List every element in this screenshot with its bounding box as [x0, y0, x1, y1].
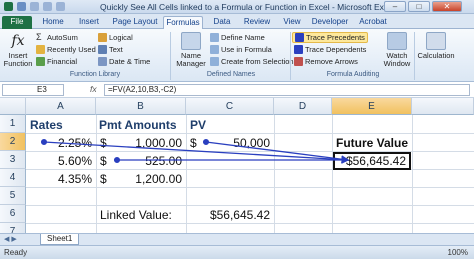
use-in-formula-button[interactable]: Use in Formula [210, 45, 272, 54]
sheet-tab-sheet1[interactable]: Sheet1 [40, 234, 80, 245]
formula-input[interactable]: =FV(A2,10,B3,-C2) [104, 84, 470, 96]
formula-auditing-group-label: Formula Auditing [326, 71, 380, 78]
question-icon [98, 33, 107, 42]
text-icon [98, 45, 107, 54]
trace-arrows-overlay [40, 138, 350, 164]
status-bar: Ready 100% [0, 245, 474, 259]
create-from-selection-icon [210, 57, 219, 66]
tab-review[interactable]: Review [240, 16, 274, 29]
tab-view[interactable]: View [278, 16, 306, 29]
use-in-formula-icon [210, 45, 219, 54]
logical-button[interactable]: Logical [98, 33, 133, 42]
calculator-icon [426, 32, 446, 50]
ribbon-tab-bar: File Home Insert Page Layout Formulas Da… [0, 14, 474, 29]
name-tag-icon [181, 32, 201, 50]
tab-acrobat[interactable]: Acrobat [354, 16, 392, 29]
create-from-selection-button[interactable]: Create from Selection [210, 57, 294, 66]
ribbon: fx Insert Function Σ AutoSum Recently Use… [0, 29, 474, 82]
excel-logo-icon [4, 2, 13, 11]
financial-button[interactable]: Financial [36, 57, 77, 66]
ribbon-separator [414, 32, 415, 80]
function-library-group-label: Function Library [69, 71, 121, 78]
tab-page-layout[interactable]: Page Layout [110, 16, 160, 29]
remove-arrows-button[interactable]: Remove Arrows [294, 57, 358, 66]
insert-function-button[interactable]: fx Insert Function [3, 32, 33, 68]
minimize-button[interactable]: – [384, 1, 406, 12]
trace-arrow-c3-to-e4 [205, 141, 350, 164]
date-time-button[interactable]: Date & Time [98, 57, 150, 66]
name-manager-button[interactable]: Name Manager [174, 32, 208, 68]
formula-bar: E3 fx =FV(A2,10,B3,-C2) [0, 82, 474, 98]
trace-precedents-button[interactable]: Trace Precedents [292, 32, 368, 43]
window-title: Quickly See All Cells linked to a Formul… [100, 2, 394, 12]
clock-icon [98, 57, 107, 66]
sheet-tab-bar: ◀ ▶ Sheet1 [0, 233, 474, 245]
ribbon-separator [290, 32, 291, 80]
status-mode: Ready [4, 248, 28, 257]
tab-file[interactable]: File [2, 16, 32, 29]
autosum-button[interactable]: Σ AutoSum [36, 32, 78, 43]
maximize-button[interactable]: □ [408, 1, 430, 12]
tab-home[interactable]: Home [38, 16, 68, 29]
star-icon [36, 45, 45, 54]
undo-icon[interactable] [30, 2, 39, 11]
trace-dependents-icon [294, 45, 303, 54]
close-button[interactable]: ✕ [432, 1, 462, 12]
trace-arrow-a3-to-e4 [43, 141, 350, 164]
defined-names-group-label: Defined Names [206, 71, 256, 78]
name-box[interactable]: E3 [2, 84, 64, 96]
define-name-button[interactable]: Define Name [210, 33, 265, 42]
calculation-button[interactable]: Calculation [416, 32, 456, 60]
sigma-icon: Σ [36, 32, 42, 42]
watch-window-button[interactable]: Watch Window [382, 32, 412, 68]
ribbon-separator [170, 32, 171, 80]
trace-dependents-button[interactable]: Trace Dependents [294, 45, 366, 54]
sheet-nav-arrows-icon[interactable]: ◀ ▶ [4, 235, 17, 243]
trace-precedents-icon [295, 33, 304, 42]
insert-function-fx-icon[interactable]: fx [90, 84, 97, 94]
text-button[interactable]: Text [98, 45, 123, 54]
tab-data[interactable]: Data [208, 16, 236, 29]
remove-arrows-icon [294, 57, 303, 66]
customize-toolbar-icon[interactable] [56, 2, 65, 11]
worksheet-grid[interactable]: A B C D E 1 2 3 4 5 6 7 Rates Pmt Amount… [0, 98, 474, 233]
tab-formulas[interactable]: Formulas [163, 16, 203, 29]
fx-icon: fx [11, 33, 25, 49]
watch-window-icon [387, 32, 407, 50]
define-name-icon [210, 33, 219, 42]
tab-developer[interactable]: Developer [308, 16, 352, 29]
money-icon [36, 57, 45, 66]
save-icon[interactable] [17, 2, 26, 11]
recently-used-button[interactable]: Recently Used [36, 45, 96, 54]
title-bar: Quickly See All Cells linked to a Formul… [0, 0, 474, 14]
zoom-level[interactable]: 100% [448, 248, 468, 257]
redo-icon[interactable] [43, 2, 52, 11]
tab-insert[interactable]: Insert [72, 16, 106, 29]
